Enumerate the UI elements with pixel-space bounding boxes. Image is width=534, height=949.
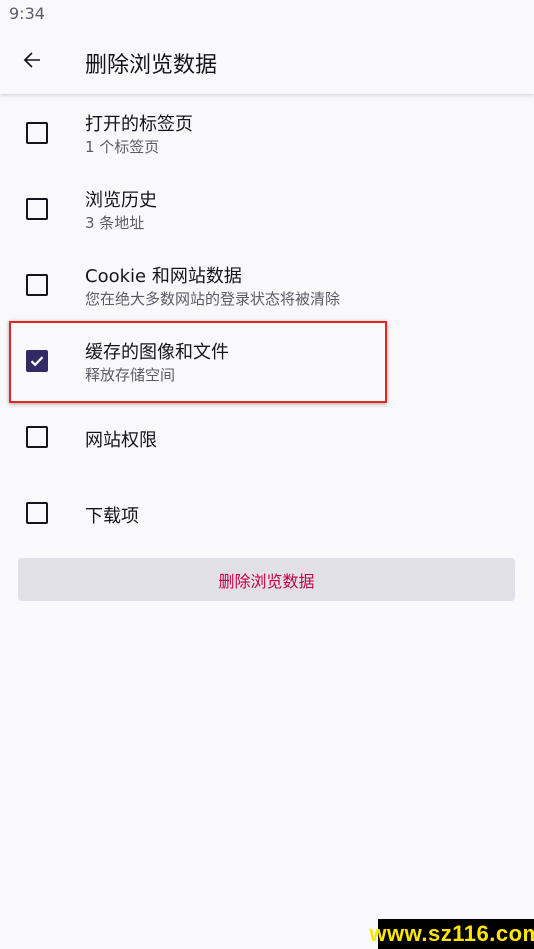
watermark: www.sz116.com [369,919,534,949]
cookies-checkbox[interactable] [26,274,48,296]
option-subtitle: 释放存储空间 [85,366,176,384]
watermark-text: www.sz116.com [369,921,534,946]
option-subtitle: 3 条地址 [85,214,145,232]
status-bar: 9:34 [0,0,534,30]
option-browsing-history[interactable]: 浏览历史 3 条地址 [0,172,534,248]
option-open-tabs[interactable]: 打开的标签页 1 个标签页 [0,96,534,172]
page-title: 删除浏览数据 [85,53,218,78]
option-title: 缓存的图像和文件 [85,342,229,363]
option-title: 浏览历史 [85,190,157,211]
option-downloads[interactable]: 下载项 [0,476,534,552]
option-title: 下载项 [85,506,139,527]
option-subtitle: 您在绝大多数网站的登录状态将被清除 [85,290,341,308]
site-permissions-checkbox[interactable] [26,426,48,448]
option-title: 打开的标签页 [85,114,193,135]
option-site-permissions[interactable]: 网站权限 [0,400,534,476]
option-cookies[interactable]: Cookie 和网站数据 您在绝大多数网站的登录状态将被清除 [0,248,534,324]
option-title: Cookie 和网站数据 [85,266,242,287]
back-button[interactable] [8,38,56,86]
open-tabs-checkbox[interactable] [26,122,48,144]
status-time: 9:34 [9,4,45,23]
option-title: 网站权限 [85,430,157,451]
arrow-left-icon [20,48,44,76]
option-subtitle: 1 个标签页 [85,138,160,156]
delete-browsing-data-button[interactable]: 删除浏览数据 [18,558,515,601]
cached-files-checkbox[interactable] [26,350,48,372]
app-bar: 删除浏览数据 [0,30,534,94]
option-cached-files[interactable]: 缓存的图像和文件 释放存储空间 [0,324,534,400]
downloads-checkbox[interactable] [26,502,48,524]
browsing-history-checkbox[interactable] [26,198,48,220]
